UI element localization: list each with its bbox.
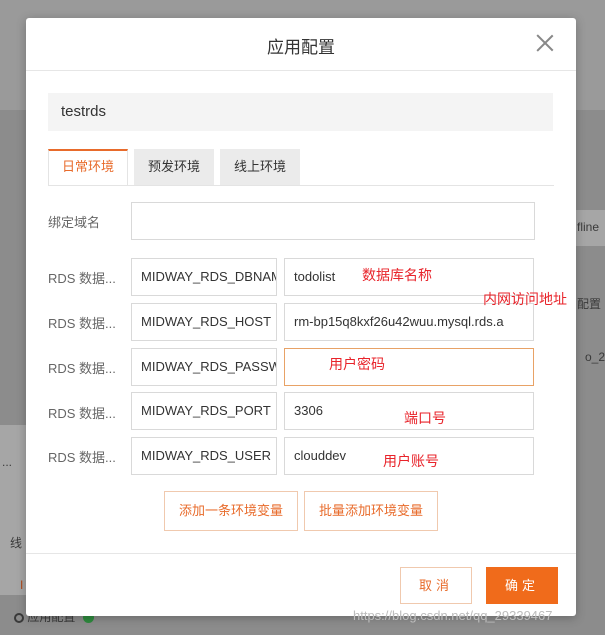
gear-icon [14,612,24,623]
add-env-var-button[interactable]: 添加一条环境变量 [164,491,298,531]
tabs-divider [48,185,554,186]
env-key-input[interactable]: MIDWAY_RDS_DBNAME [131,258,277,296]
annotation-user: 用户账号 [383,453,439,469]
background-text: I [20,578,24,592]
env-row-label: RDS 数据... [48,316,116,331]
tab-online-env[interactable]: 线上环境 [220,149,300,185]
env-value-input[interactable] [284,348,534,386]
domain-input[interactable] [131,202,535,240]
batch-add-env-button[interactable]: 批量添加环境变量 [304,491,438,531]
cancel-button[interactable]: 取消 [400,567,472,604]
background-text: ... [2,455,13,469]
env-key-input[interactable]: MIDWAY_RDS_USER [131,437,277,475]
env-row-label: RDS 数据... [48,361,116,376]
env-key-input[interactable]: MIDWAY_RDS_HOST [131,303,277,341]
dialog-title: 应用配置 [267,38,335,57]
confirm-button[interactable]: 确定 [486,567,558,604]
env-row-label: RDS 数据... [48,271,116,286]
dialog-header: 应用配置 [26,18,576,71]
footer-divider [26,553,576,554]
background-text: 线 [10,536,23,550]
annotation-port: 端口号 [404,410,446,426]
env-row-label: RDS 数据... [48,406,116,421]
background-text: 配置 [577,297,602,311]
tab-daily-env[interactable]: 日常环境 [48,149,128,185]
tab-pre-env[interactable]: 预发环境 [134,149,214,185]
background-text: fline [577,220,600,234]
background-text: o_202 [585,350,605,364]
env-key-input[interactable]: MIDWAY_RDS_PORT [131,392,277,430]
close-icon[interactable] [536,34,554,52]
watermark: https://blog.csdn.net/qq_29339467 [353,608,553,623]
app-config-dialog: 应用配置 testrds 日常环境 预发环境 线上环境 绑定域名 RDS 数据.… [26,18,576,616]
annotation-password: 用户密码 [329,356,385,372]
domain-label: 绑定域名 [48,215,101,230]
background-panel-left [0,425,26,595]
env-row-label: RDS 数据... [48,450,116,465]
env-key-input[interactable]: MIDWAY_RDS_PASSWORD [131,348,277,386]
annotation-db-name: 数据库名称 [362,267,432,283]
annotation-internal-address: 内网访问地址 [483,291,567,307]
app-name-display: testrds [48,93,553,131]
